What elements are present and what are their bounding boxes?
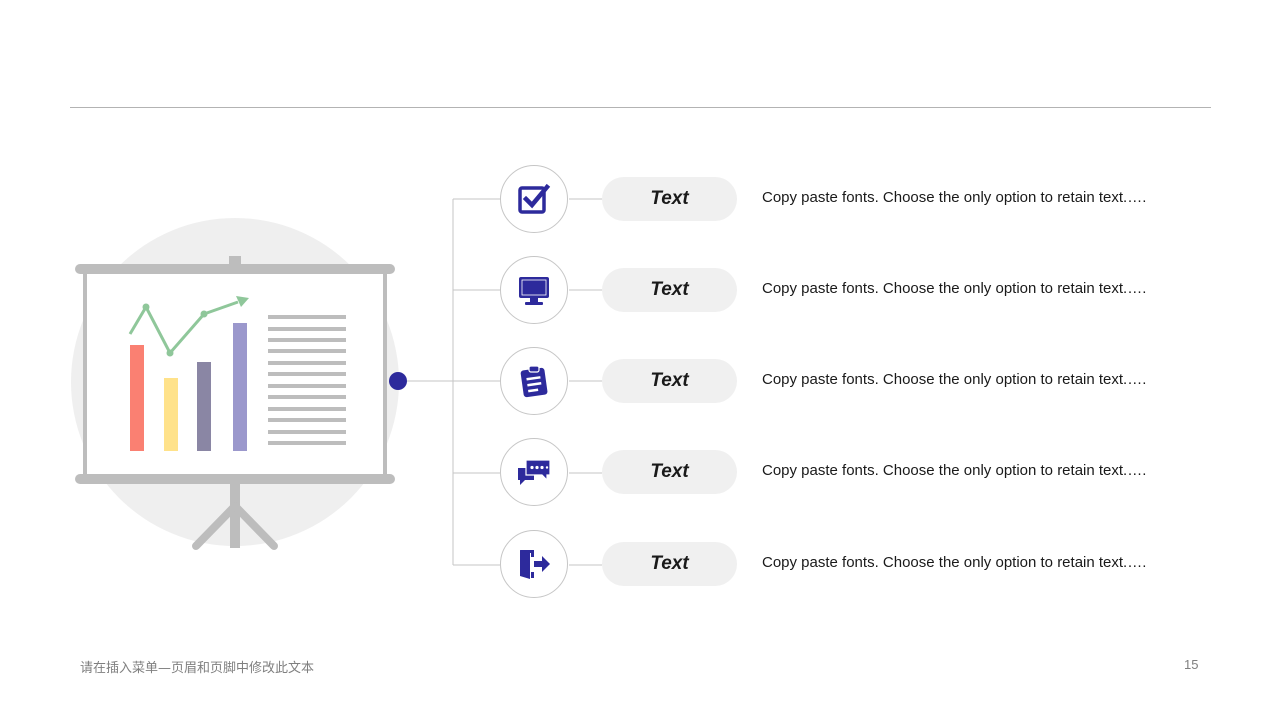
row-pill-label: Text <box>602 268 737 312</box>
list-item: Text Copy paste fonts. Choose the only o… <box>500 256 1200 326</box>
list-item: Text Copy paste fonts. Choose the only o… <box>500 347 1200 417</box>
row-description: Copy paste fonts. Choose the only option… <box>762 280 1147 297</box>
footer-text: 请在插入菜单—页眉和页脚中修改此文本 <box>80 661 315 676</box>
header-divider <box>70 107 1211 108</box>
icon-circle <box>500 347 568 415</box>
row-description: Copy paste fonts. Choose the only option… <box>762 371 1147 388</box>
list-item: Text Copy paste fonts. Choose the only o… <box>500 530 1200 600</box>
icon-circle <box>500 438 568 506</box>
page-number: 15 <box>1184 657 1199 672</box>
row-pill-label: Text <box>602 450 737 494</box>
row-pill-label: Text <box>602 359 737 403</box>
icon-circle <box>500 530 568 598</box>
chart-bar-1 <box>130 345 144 451</box>
chart-bar-2 <box>164 378 178 451</box>
row-pill-label: Text <box>602 177 737 221</box>
row-description: Copy paste fonts. Choose the only option… <box>762 462 1147 479</box>
presentation-board-illustration <box>71 218 399 550</box>
checkbox-icon <box>518 183 551 214</box>
list-item: Text Copy paste fonts. Choose the only o… <box>500 438 1200 508</box>
clipboard-icon <box>520 365 548 398</box>
icon-circle <box>500 165 568 233</box>
exit-door-icon <box>520 550 550 579</box>
chart-bar-3 <box>197 362 211 451</box>
monitor-icon <box>519 277 549 305</box>
icon-circle <box>500 256 568 324</box>
list-item: Text Copy paste fonts. Choose the only o… <box>500 165 1200 235</box>
chat-bubbles-icon <box>518 459 551 485</box>
row-description: Copy paste fonts. Choose the only option… <box>762 189 1147 206</box>
chart-bar-4 <box>233 323 247 451</box>
row-description: Copy paste fonts. Choose the only option… <box>762 554 1147 571</box>
row-pill-label: Text <box>602 542 737 586</box>
